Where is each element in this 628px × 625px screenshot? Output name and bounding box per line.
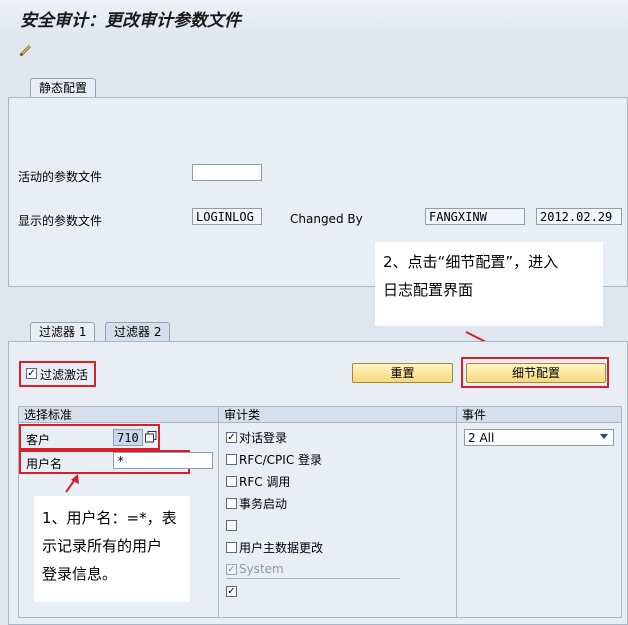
audit-class-item[interactable]: RFC 调用 [226, 473, 290, 489]
copy-icon[interactable] [145, 431, 157, 443]
filter-active-label: 过滤激活 [40, 368, 89, 382]
changed-date-field[interactable]: 2012.02.29 [536, 208, 622, 225]
audit-class-item[interactable]: 事务启动 [226, 495, 287, 511]
audit-class-item[interactable]: ✓ System [226, 561, 284, 577]
shown-profile-label: 显示的参数文件 [18, 214, 103, 228]
events-header: 事件 [457, 407, 621, 423]
audit-class-checkbox[interactable] [226, 519, 237, 531]
callout-top-line2: 日志配置界面 [383, 281, 474, 299]
audit-class-label: 用户主数据更改 [239, 540, 324, 555]
shown-profile-field[interactable]: LOGINLOG [192, 208, 262, 225]
toolbar [0, 38, 628, 62]
audit-class-checkbox[interactable] [226, 497, 237, 509]
column-divider-1 [218, 407, 219, 617]
audit-class-checkbox[interactable] [226, 453, 237, 465]
tab-filter-2[interactable]: 过滤器 2 [105, 322, 171, 341]
audit-class-label: System [239, 562, 284, 576]
reset-button[interactable]: 重置 [352, 363, 453, 383]
client-label: 客户 [26, 433, 51, 447]
audit-class-item[interactable]: 用户主数据更改 [226, 539, 323, 555]
chevron-down-icon[interactable] [600, 434, 608, 439]
audit-class-label: 事务启动 [239, 496, 288, 511]
user-field[interactable]: * [113, 452, 213, 469]
audit-class-header: 审计类 [219, 407, 456, 423]
callout-bottom-line2: 示记录所有的用户 [42, 537, 163, 555]
audit-class-label: RFC 调用 [239, 474, 291, 489]
detail-config-button[interactable]: 细节配置 [466, 363, 606, 383]
tab-filter-1[interactable]: 过滤器 1 [30, 322, 96, 341]
callout-top-line1: 2、点击“细节配置”，进入 [383, 253, 559, 271]
tab-static-config[interactable]: 静态配置 [30, 78, 97, 97]
column-divider-2 [456, 407, 457, 617]
audit-class-label: RFC/CPIC 登录 [239, 452, 323, 467]
events-selected: 2 All [468, 431, 495, 445]
callout-arrow-bottom [65, 474, 79, 493]
callout-bottom-line1: 1、用户名：=*，表 [42, 509, 177, 527]
edit-pencil-icon[interactable] [18, 42, 34, 58]
audit-list-divider [226, 578, 400, 579]
audit-class-checkbox[interactable]: ✓ [226, 585, 237, 597]
audit-class-checkbox[interactable] [226, 541, 237, 553]
filter-active-checkbox[interactable]: ✓ [26, 368, 37, 379]
audit-class-label: 对话登录 [239, 430, 288, 445]
changed-by-label: Changed By [290, 212, 363, 226]
active-profile-label: 活动的参数文件 [18, 170, 103, 184]
audit-class-item[interactable]: RFC/CPIC 登录 [226, 451, 322, 467]
window-title: 安全审计：更改审计参数文件 [20, 11, 241, 31]
audit-class-item[interactable]: ✓ [226, 583, 239, 599]
callout-detail-config: 2、点击“细节配置”，进入 日志配置界面 [375, 242, 603, 326]
client-field[interactable]: 710 [113, 429, 143, 446]
selection-header: 选择标准 [19, 407, 218, 423]
active-profile-field[interactable] [192, 164, 262, 181]
audit-class-item[interactable] [226, 517, 239, 533]
callout-bottom-line3: 登录信息。 [42, 565, 118, 583]
events-dropdown[interactable]: 2 All [464, 429, 614, 446]
audit-class-item[interactable]: ✓ 对话登录 [226, 429, 287, 445]
audit-class-checkbox[interactable]: ✓ [226, 563, 237, 575]
changed-by-field[interactable]: FANGXINW [425, 208, 525, 225]
audit-class-checkbox[interactable] [226, 475, 237, 487]
user-label: 用户名 [26, 457, 63, 471]
callout-username: 1、用户名：=*，表 示记录所有的用户 登录信息。 [34, 496, 190, 602]
audit-class-checkbox[interactable]: ✓ [226, 431, 237, 443]
